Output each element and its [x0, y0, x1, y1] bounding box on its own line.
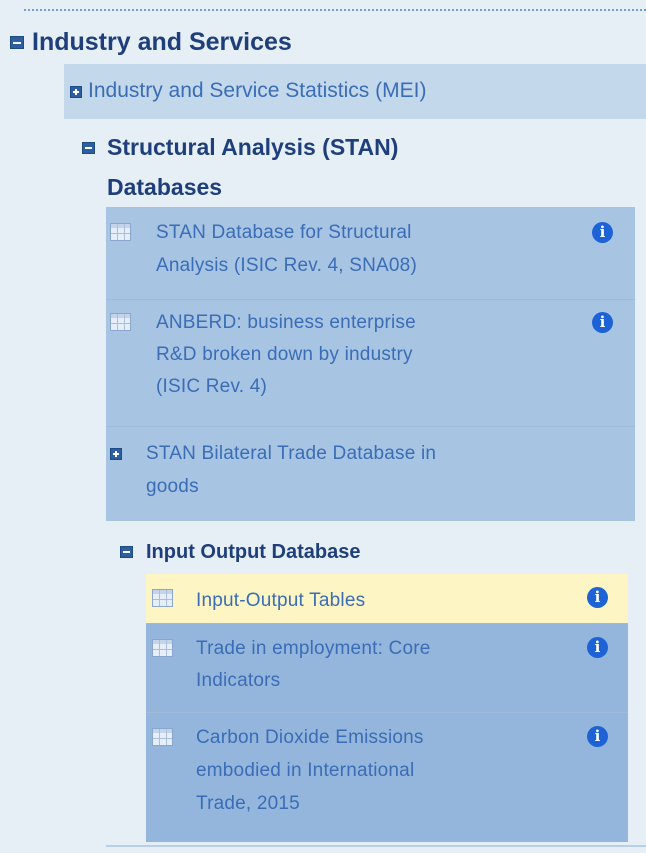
- info-icon[interactable]: i: [592, 222, 613, 243]
- info-icon[interactable]: i: [592, 312, 613, 333]
- item-label-line2: Indicators: [196, 670, 281, 691]
- stan-items-panel: STAN Database for Structural Analysis (I…: [106, 207, 635, 521]
- collapse-icon[interactable]: [120, 546, 133, 558]
- collapse-icon[interactable]: [82, 142, 95, 154]
- table-icon: [152, 639, 173, 657]
- table-icon: [152, 589, 173, 607]
- info-icon[interactable]: i: [587, 637, 608, 658]
- item-label-line3: (ISIC Rev. 4): [156, 376, 267, 397]
- tree-node-label: Industry and Service Statistics (MEI): [88, 79, 427, 102]
- item-label-line1: STAN Bilateral Trade Database in: [146, 443, 437, 464]
- list-item-stan-bilateral-trade[interactable]: STAN Bilateral Trade Database in goods: [106, 427, 635, 521]
- table-icon: [110, 223, 131, 241]
- item-label-line2: R&D broken down by industry: [156, 344, 413, 365]
- item-label-line3: Trade, 2015: [196, 793, 300, 814]
- list-item-input-output-tables[interactable]: Input-Output Tables i: [146, 574, 628, 623]
- io-items-panel: Input-Output Tables i Trade in employmen…: [146, 574, 628, 842]
- tree-node-label: Industry and Services: [32, 28, 292, 56]
- item-label-line1: ANBERD: business enterprise: [156, 312, 416, 333]
- expand-icon[interactable]: [70, 86, 82, 98]
- item-label-line2: embodied in International: [196, 760, 415, 781]
- expand-icon[interactable]: [110, 448, 122, 460]
- top-dotted-divider: [24, 9, 646, 11]
- collapse-icon[interactable]: [10, 36, 24, 49]
- list-item-stan-database[interactable]: STAN Database for Structural Analysis (I…: [106, 207, 635, 299]
- item-label-line2: Analysis (ISIC Rev. 4, SNA08): [156, 255, 417, 276]
- info-icon[interactable]: i: [587, 587, 608, 608]
- bottom-divider: [106, 845, 646, 847]
- table-icon: [152, 728, 173, 746]
- tree-node-label-line2: Databases: [107, 174, 223, 200]
- item-label-line1: Carbon Dioxide Emissions: [196, 727, 424, 748]
- list-item-trade-in-employment[interactable]: Trade in employment: Core Indicators i: [146, 624, 628, 712]
- tree-node-mei[interactable]: Industry and Service Statistics (MEI): [64, 64, 646, 119]
- item-label-line2: goods: [146, 476, 199, 497]
- item-label-line1: STAN Database for Structural: [156, 222, 412, 243]
- tree-node-label: Input Output Database: [146, 541, 361, 563]
- item-label-line1: Trade in employment: Core: [196, 638, 431, 659]
- info-icon[interactable]: i: [587, 726, 608, 747]
- item-label-line1: Input-Output Tables: [196, 590, 366, 611]
- table-icon: [110, 313, 131, 331]
- list-item-anberd[interactable]: ANBERD: business enterprise R&D broken d…: [106, 300, 635, 426]
- tree-node-label-line1: Structural Analysis (STAN): [107, 134, 399, 160]
- list-item-carbon-dioxide-emissions[interactable]: Carbon Dioxide Emissions embodied in Int…: [146, 713, 628, 842]
